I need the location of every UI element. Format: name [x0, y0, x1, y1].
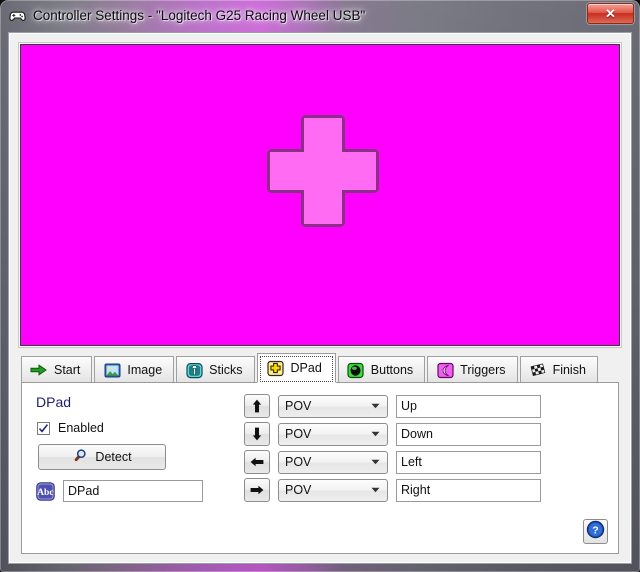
- chevron-down-icon: [371, 452, 380, 473]
- tab-label: Sticks: [209, 363, 243, 377]
- enabled-label: Enabled: [58, 421, 104, 435]
- source-value: POV: [285, 483, 312, 497]
- magnifier-icon: [72, 448, 88, 466]
- source-value: POV: [285, 427, 312, 441]
- tab-label: Triggers: [460, 363, 506, 377]
- question-help-icon: ?: [586, 520, 605, 544]
- help-button[interactable]: ?: [583, 519, 608, 544]
- mapping-row-left: POV: [244, 450, 541, 474]
- abc-icon: Abc: [36, 481, 55, 501]
- enabled-checkbox-row[interactable]: Enabled: [37, 421, 104, 435]
- tab-label: Finish: [552, 363, 586, 377]
- source-select-right[interactable]: POV: [278, 478, 388, 502]
- close-button[interactable]: ✕: [587, 3, 634, 24]
- checkmark-icon: [38, 423, 48, 433]
- green-arrow-icon: [30, 361, 48, 379]
- tab-label: DPad: [290, 361, 322, 375]
- mapping-name-left[interactable]: [396, 450, 541, 474]
- tab-image[interactable]: Image: [94, 356, 175, 383]
- preview-frame: [18, 42, 622, 348]
- dpad-cross-inner-horizontal: [270, 152, 376, 190]
- mapping-name-down[interactable]: [396, 422, 541, 446]
- arrow-up-icon[interactable]: [244, 394, 270, 418]
- joystick-icon: [185, 361, 203, 379]
- source-value: POV: [285, 455, 312, 469]
- gamepad-icon: [9, 7, 26, 24]
- chevron-down-icon: [371, 480, 380, 501]
- tab-dpad[interactable]: DPad: [256, 353, 336, 383]
- source-select-down[interactable]: POV: [278, 422, 388, 446]
- source-select-left[interactable]: POV: [278, 450, 388, 474]
- tab-start[interactable]: Start: [21, 356, 93, 383]
- application-window: Controller Settings - "Logitech G25 Raci…: [0, 0, 640, 572]
- source-value: POV: [285, 399, 312, 413]
- tab-sticks[interactable]: Sticks: [176, 356, 255, 383]
- dpad-name-input[interactable]: [63, 480, 203, 502]
- dpad-settings-panel: DPad Enabled Detect Abc DPad POV Up POV …: [21, 382, 619, 554]
- arrow-down-icon[interactable]: [244, 422, 270, 446]
- chevron-down-icon: [371, 396, 380, 417]
- magenta-trigger-icon: [436, 361, 454, 379]
- mapping-name-up[interactable]: [396, 394, 541, 418]
- green-button-icon: [347, 361, 365, 379]
- client-area: Start Image Sticks DPad Buttons Triggers…: [8, 32, 632, 564]
- page-title: DPad: [36, 394, 72, 410]
- close-icon: ✕: [605, 6, 616, 21]
- tab-label: Buttons: [370, 363, 414, 377]
- dpad-cross-graphic: [267, 115, 379, 227]
- detect-label: Detect: [95, 450, 132, 464]
- tab-label: Image: [127, 363, 163, 377]
- detect-button[interactable]: Detect: [38, 444, 166, 470]
- mapping-row-up: POV: [244, 394, 541, 418]
- source-select-up[interactable]: POV: [278, 394, 388, 418]
- svg-text:Abc: Abc: [37, 487, 54, 498]
- arrow-left-icon[interactable]: [244, 450, 270, 474]
- enabled-checkbox[interactable]: [37, 421, 50, 435]
- checkered-flag-icon: [529, 361, 547, 379]
- tab-triggers[interactable]: Triggers: [427, 356, 518, 383]
- tab-label: Start: [54, 363, 81, 377]
- svg-text:?: ?: [592, 524, 598, 536]
- mapping-row-down: POV: [244, 422, 541, 446]
- picture-icon: [103, 361, 121, 379]
- chevron-down-icon: [371, 424, 380, 445]
- dpad-name-row: Abc: [36, 480, 203, 502]
- tab-strip: Start Image Sticks DPad Buttons Triggers…: [21, 353, 619, 383]
- tab-finish[interactable]: Finish: [519, 356, 598, 383]
- yellow-cross-icon: [267, 359, 285, 377]
- window-title: Controller Settings - "Logitech G25 Raci…: [33, 7, 366, 23]
- mapping-row-right: POV: [244, 478, 541, 502]
- tab-buttons[interactable]: Buttons: [337, 356, 426, 383]
- arrow-right-icon[interactable]: [244, 478, 270, 502]
- controller-preview[interactable]: [20, 44, 620, 346]
- title-bar: Controller Settings - "Logitech G25 Raci…: [0, 0, 640, 30]
- mapping-name-right[interactable]: [396, 478, 541, 502]
